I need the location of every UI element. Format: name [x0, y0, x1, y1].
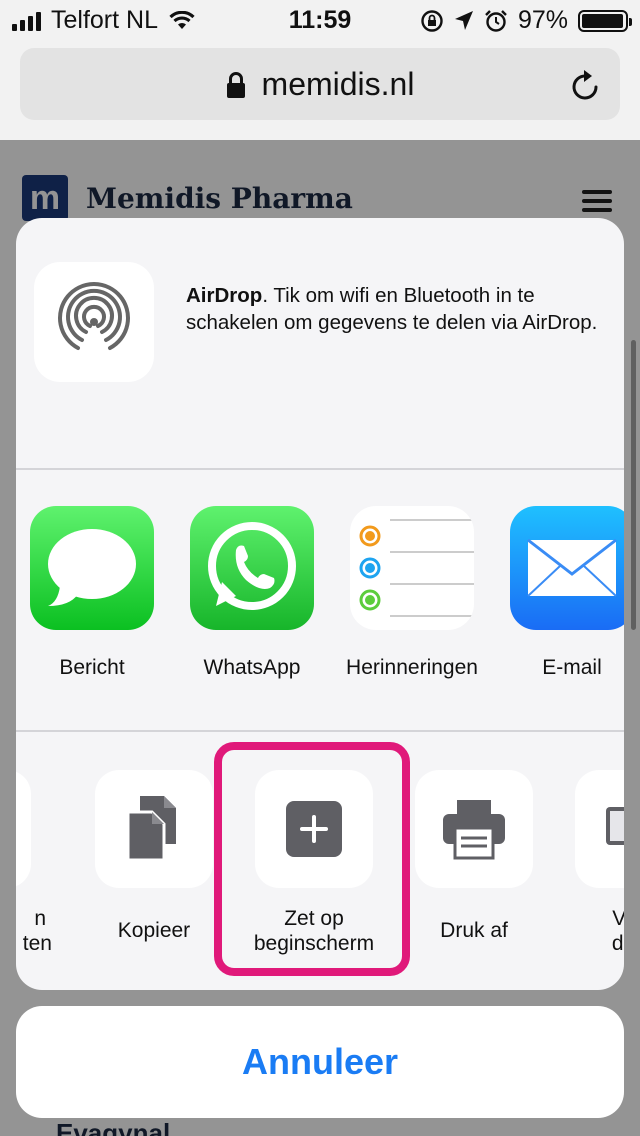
- app-label: Bericht: [59, 656, 125, 679]
- browser-toolbar: memidis.nl: [0, 40, 640, 140]
- scrollbar: [631, 340, 636, 630]
- action-copy[interactable]: Kopieer: [74, 770, 234, 943]
- app-reminders[interactable]: Herinneringen: [332, 506, 492, 680]
- lock-icon: [226, 71, 245, 98]
- print-icon: [415, 770, 533, 888]
- app-label: WhatsApp: [203, 656, 301, 679]
- action-label-line1: n: [34, 907, 46, 930]
- action-label-line1: Kopieer: [117, 919, 191, 942]
- airdrop-title: AirDrop: [186, 284, 263, 307]
- airdrop-description: AirDrop. Tik om wifi en Bluetooth in te …: [186, 282, 606, 336]
- app-label: Herinneringen: [346, 656, 478, 679]
- cancel-label: Annuleer: [241, 1041, 399, 1082]
- airdrop-section[interactable]: AirDrop. Tik om wifi en Bluetooth in te …: [16, 218, 624, 468]
- bookmark-icon: [16, 770, 31, 888]
- app-mail[interactable]: E-mail: [492, 506, 624, 680]
- battery-percent: 97%: [517, 6, 568, 34]
- battery-icon: [578, 9, 632, 32]
- action-bookmark[interactable]: n ten: [16, 770, 52, 956]
- whatsapp-icon: [190, 506, 314, 630]
- action-label-line2: ten: [22, 932, 52, 955]
- mail-icon: [510, 506, 624, 630]
- status-right: 97%: [420, 6, 632, 35]
- apps-row: Bericht WhatsApp Herinneringen E-mail: [16, 470, 624, 728]
- airdrop-icon: [34, 262, 154, 382]
- alarm-icon: [485, 9, 507, 32]
- action-desktop-site[interactable]: Vraa desk: [554, 770, 624, 956]
- share-sheet: AirDrop. Tik om wifi en Bluetooth in te …: [16, 218, 624, 990]
- messages-icon: [30, 506, 154, 630]
- desktop-site-icon: [575, 770, 624, 888]
- url-text: memidis.nl: [261, 66, 415, 102]
- action-label-line1: Vraa: [612, 907, 624, 930]
- action-print[interactable]: Druk af: [394, 770, 554, 943]
- rotation-lock-icon: [421, 9, 443, 32]
- app-whatsapp[interactable]: WhatsApp: [172, 506, 332, 680]
- reminders-icon: [350, 506, 474, 630]
- status-bar: Telfort NL 11:59 97%: [0, 0, 640, 40]
- app-messages[interactable]: Bericht: [16, 506, 172, 680]
- action-label-line1: Druk af: [440, 919, 508, 942]
- address-content: memidis.nl: [20, 66, 620, 103]
- airdrop-rings-icon: [58, 282, 130, 350]
- action-label-line2: desk: [611, 932, 624, 955]
- location-icon: [454, 10, 473, 30]
- reload-icon[interactable]: [570, 68, 602, 102]
- battery-fill: [582, 13, 623, 28]
- app-label: E-mail: [542, 656, 602, 679]
- cancel-button[interactable]: Annuleer: [16, 1006, 624, 1118]
- copy-icon: [95, 770, 213, 888]
- address-bar[interactable]: memidis.nl: [20, 48, 620, 120]
- highlight-frame: [214, 742, 410, 976]
